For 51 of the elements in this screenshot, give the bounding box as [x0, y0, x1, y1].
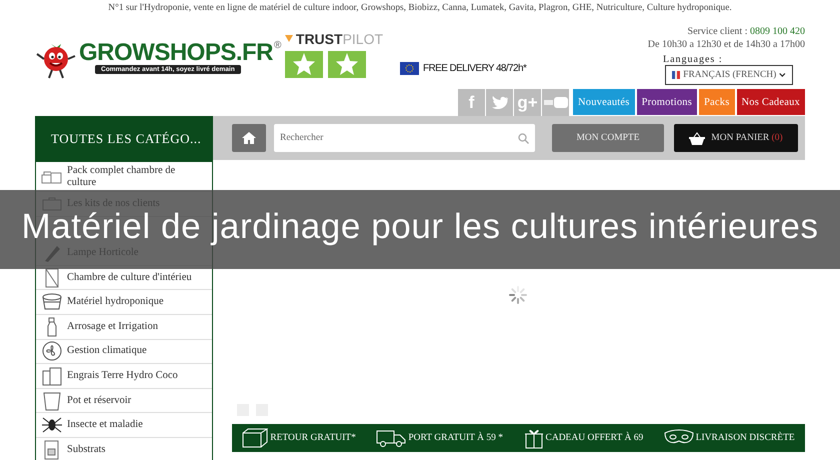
- languages-label: Languages :: [663, 54, 724, 65]
- category-link[interactable]: Insecte et maladie: [67, 419, 143, 432]
- pointer-icon: [284, 35, 293, 42]
- bug-icon: [41, 415, 63, 436]
- chevron-down-icon: [779, 72, 786, 78]
- basket-icon: [689, 132, 706, 144]
- category-link[interactable]: Engrais Terre Hydro Coco: [67, 370, 178, 382]
- opening-hours: De 10h30 a 12h30 et de 14h30 a 17h00: [648, 38, 805, 51]
- feature-label: PORT GRATUIT À 59 *: [408, 433, 503, 443]
- categories-header[interactable]: TOUTES LES CATÉGO...: [36, 116, 212, 162]
- home-icon: [242, 132, 256, 144]
- home-button[interactable]: [232, 124, 266, 152]
- flag-icon: [672, 71, 680, 79]
- star-tiles-icon: [284, 51, 366, 78]
- category-link[interactable]: Gestion climatique: [67, 345, 147, 358]
- feature-label: LIVRAISON DISCRÈTE: [696, 433, 795, 443]
- cart-button[interactable]: MON PANIER (0): [674, 124, 798, 152]
- language-select[interactable]: FRANÇAIS (FRENCH): [665, 65, 793, 85]
- site-tagline: N°1 sur l'Hydroponie, vente en ligne de matériel de culture indoor, Growshops, Biobizz, Canna, Lumatek, Gavita, Plagron, GHE, Nutriculture, Culture hydroponique.: [107, 2, 733, 15]
- jerrycan-icon: [41, 366, 63, 386]
- customer-service-text: Service client : 0809 100 420: [688, 25, 805, 38]
- feature-label: RETOUR GRATUIT*: [270, 433, 356, 443]
- nav-tab[interactable]: Nos Cadeaux: [736, 89, 805, 115]
- delivery-label: FREE DELIVERY 48/72h*: [423, 62, 526, 74]
- tub-icon: [41, 292, 63, 312]
- bird-icon[interactable]: [492, 96, 508, 109]
- category-link[interactable]: Matériel hydroponique: [67, 296, 164, 308]
- category-link[interactable]: Pot et réservoir: [67, 394, 132, 407]
- registered-mark: ®: [274, 41, 281, 53]
- fan-icon: [41, 341, 63, 362]
- eu-flag-icon: [400, 62, 420, 74]
- box-icon: [242, 428, 268, 448]
- account-button[interactable]: MON COMPTE: [552, 124, 664, 152]
- trustpilot-label[interactable]: TRUSTPILOT: [296, 30, 384, 46]
- category-link[interactable]: Chambre de culture d'intérieu: [67, 272, 192, 284]
- truck-icon: [376, 428, 406, 448]
- category-link[interactable]: Arrosage et Irrigation: [67, 320, 158, 333]
- category-link[interactable]: Substrats: [67, 444, 106, 456]
- pot-icon: [41, 390, 63, 411]
- search-field[interactable]: Rechercher: [274, 124, 535, 152]
- tomato-mascot-icon: [35, 41, 77, 79]
- caption-overlay: Matériel de jardinage pour les cultures intérieures: [21, 209, 819, 244]
- category-link[interactable]: Pack complet chambre de culture: [67, 164, 192, 188]
- nav-tab[interactable]: Promotions: [636, 89, 698, 115]
- search-icon: [518, 132, 529, 144]
- box-icon: [41, 168, 63, 184]
- loading-spinner-icon: [509, 286, 527, 304]
- feature-label: CADEAU OFFERT À 69: [546, 433, 644, 443]
- video-logo-icon[interactable]: [544, 97, 568, 108]
- gift-icon: [524, 427, 544, 449]
- brand-name[interactable]: GROWSHOPS.FR: [79, 41, 274, 65]
